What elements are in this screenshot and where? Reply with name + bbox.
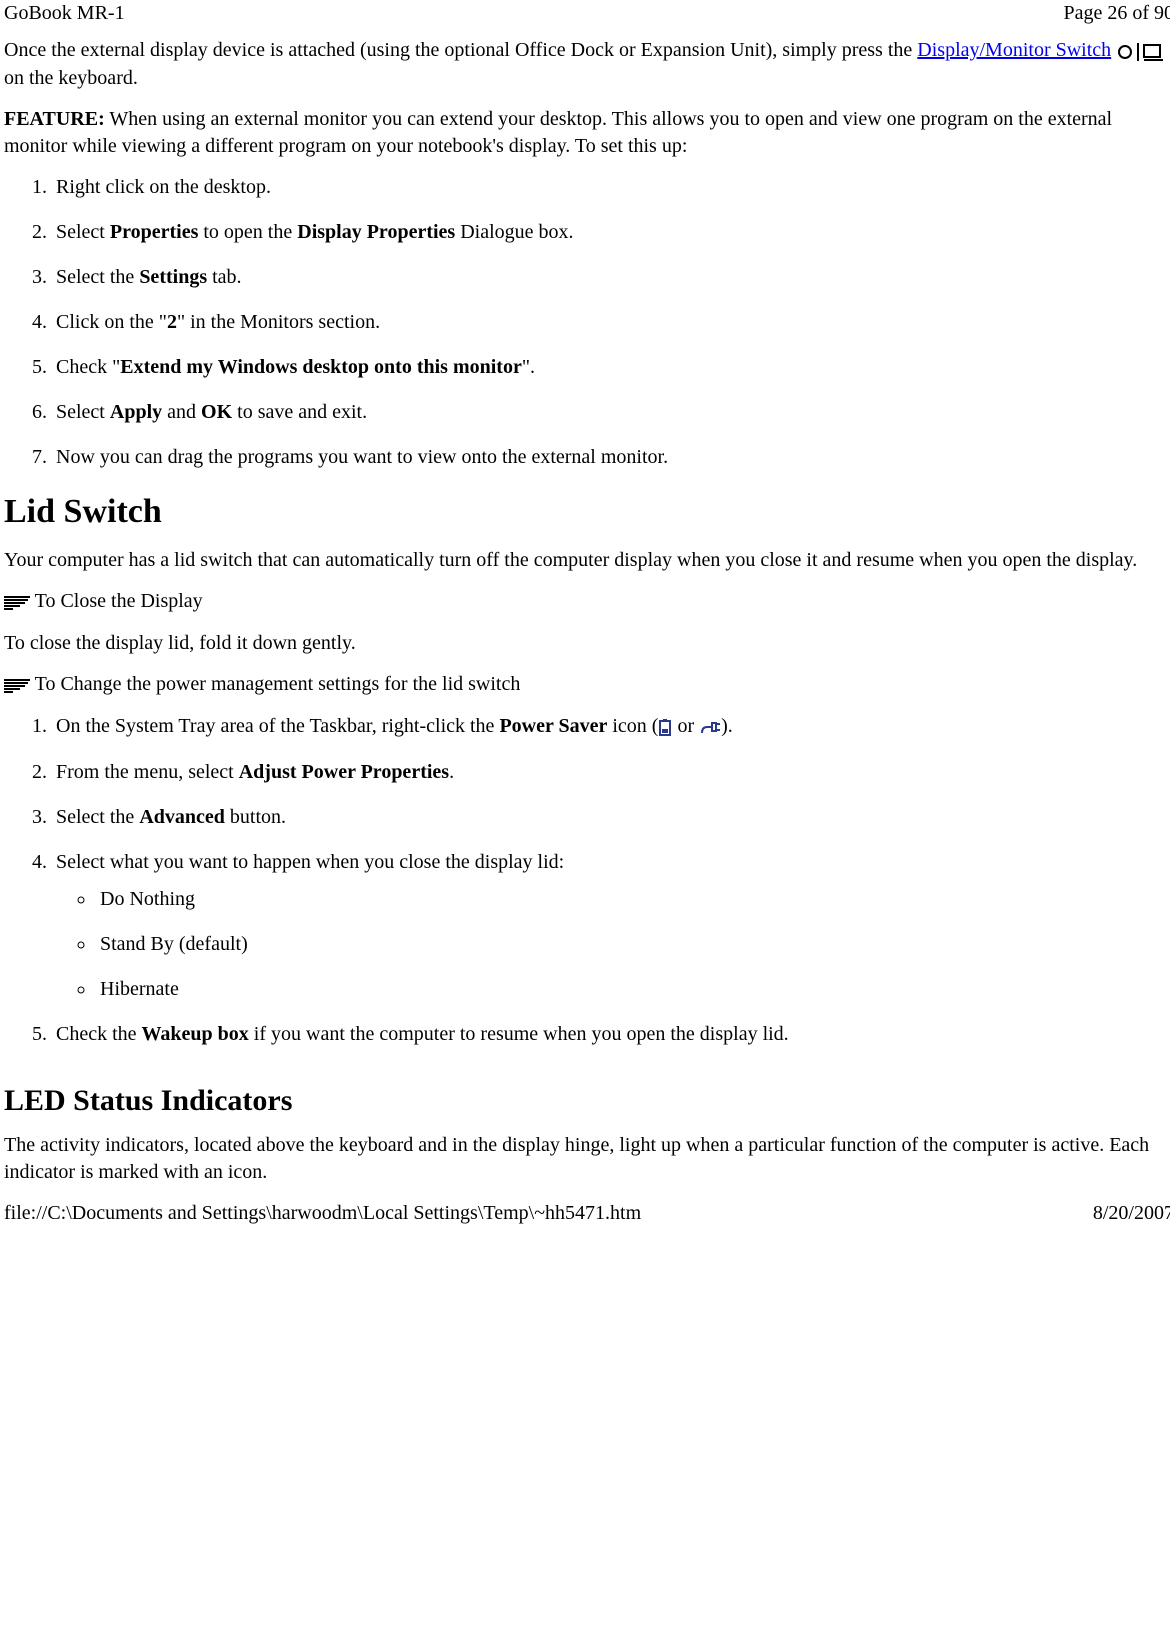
list-item: Right click on the desktop.: [52, 174, 1170, 201]
procedure-heading-change-power: To Change the power management settings …: [4, 671, 1170, 699]
list-item: Hibernate: [96, 976, 1170, 1003]
list-item: Click on the "2" in the Monitors section…: [52, 309, 1170, 336]
procedure-icon: [4, 589, 30, 616]
intro-text-2: on the keyboard.: [4, 67, 138, 89]
list-item: Select the Settings tab.: [52, 264, 1170, 291]
list-item: Do Nothing: [96, 886, 1170, 913]
procedure-label: To Close the Display: [30, 590, 203, 612]
file-path: file://C:\Documents and Settings\harwood…: [4, 1202, 641, 1225]
page-indicator: Page 26 of 90: [1063, 2, 1170, 25]
lid-options-sublist: Do Nothing Stand By (default) Hibernate: [56, 886, 1170, 1003]
display-monitor-switch-link[interactable]: Display/Monitor Switch: [917, 39, 1111, 61]
close-display-text: To close the display lid, fold it down g…: [4, 630, 1170, 657]
list-item: Check the Wakeup box if you want the com…: [52, 1021, 1170, 1048]
footer-date: 8/20/2007: [1093, 1202, 1170, 1225]
list-item: Check "Extend my Windows desktop onto th…: [52, 354, 1170, 381]
list-item: Now you can drag the programs you want t…: [52, 444, 1170, 471]
power-saver-battery-icon: [658, 714, 672, 741]
procedure-heading-close-display: To Close the Display: [4, 588, 1170, 616]
list-item: Select the Advanced button.: [52, 804, 1170, 831]
feature-text: When using an external monitor you can e…: [4, 108, 1112, 157]
power-saver-plug-icon: [699, 714, 721, 741]
intro-paragraph: Once the external display device is atta…: [4, 37, 1170, 92]
led-text: The activity indicators, located above t…: [4, 1132, 1170, 1186]
list-item: Select Apply and OK to save and exit.: [52, 399, 1170, 426]
procedure-label: To Change the power management settings …: [30, 673, 520, 695]
list-item: Stand By (default): [96, 931, 1170, 958]
lid-intro: Your computer has a lid switch that can …: [4, 547, 1170, 574]
procedure-icon: [4, 672, 30, 699]
list-item: On the System Tray area of the Taskbar, …: [52, 713, 1170, 741]
list-item: Select Properties to open the Display Pr…: [52, 219, 1170, 246]
feature-paragraph: FEATURE: When using an external monitor …: [4, 106, 1170, 160]
feature-steps-list: Right click on the desktop. Select Prope…: [4, 174, 1170, 471]
lid-steps-list: On the System Tray area of the Taskbar, …: [4, 713, 1170, 1048]
lid-switch-heading: Lid Switch: [4, 493, 1170, 531]
feature-label: FEATURE:: [4, 108, 105, 130]
list-item: Select what you want to happen when you …: [52, 849, 1170, 1003]
intro-text-1: Once the external display device is atta…: [4, 39, 917, 61]
doc-title: GoBook MR-1: [4, 2, 125, 25]
led-heading: LED Status Indicators: [4, 1084, 1170, 1118]
list-item: From the menu, select Adjust Power Prope…: [52, 759, 1170, 786]
display-monitor-switch-icon: [1116, 38, 1164, 65]
